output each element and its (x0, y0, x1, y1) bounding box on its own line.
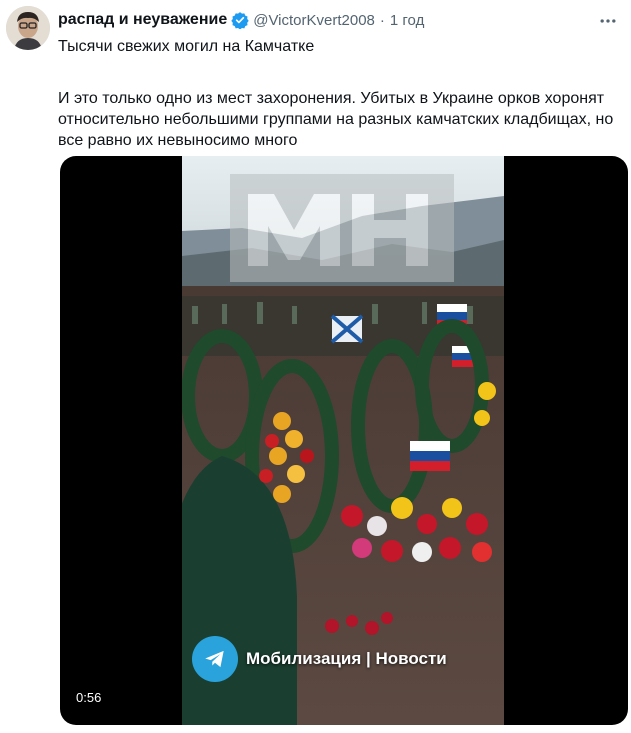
tweet-text: Тысячи свежих могил на Камчатке И это то… (58, 36, 618, 151)
separator-dot: · (379, 11, 385, 29)
watermark-logo (230, 174, 454, 282)
video-player[interactable]: Мобилизация | Новости 0:56 (60, 156, 628, 725)
telegram-icon (192, 636, 238, 682)
avatar-image (6, 6, 50, 50)
tweet-text-line1: Тысячи свежих могил на Камчатке (58, 38, 315, 55)
handle[interactable]: @VictorKvert2008 (253, 12, 375, 29)
channel-badge-label: Мобилизация | Новости (246, 649, 447, 668)
more-icon[interactable] (595, 8, 621, 34)
video-frame: Мобилизация | Новости (182, 156, 504, 725)
avatar[interactable] (6, 6, 50, 50)
timestamp[interactable]: 1 год (390, 12, 424, 29)
verified-badge-icon (231, 11, 249, 30)
tweet-header: распад и неуважение @VictorKvert2008 · 1… (58, 9, 591, 31)
channel-badge: Мобилизация | Новости (192, 636, 447, 682)
tweet-text-line2: И это только одно из мест захоронения. У… (58, 90, 614, 149)
display-name[interactable]: распад и неуважение (58, 11, 227, 29)
video-duration: 0:56 (70, 688, 108, 707)
